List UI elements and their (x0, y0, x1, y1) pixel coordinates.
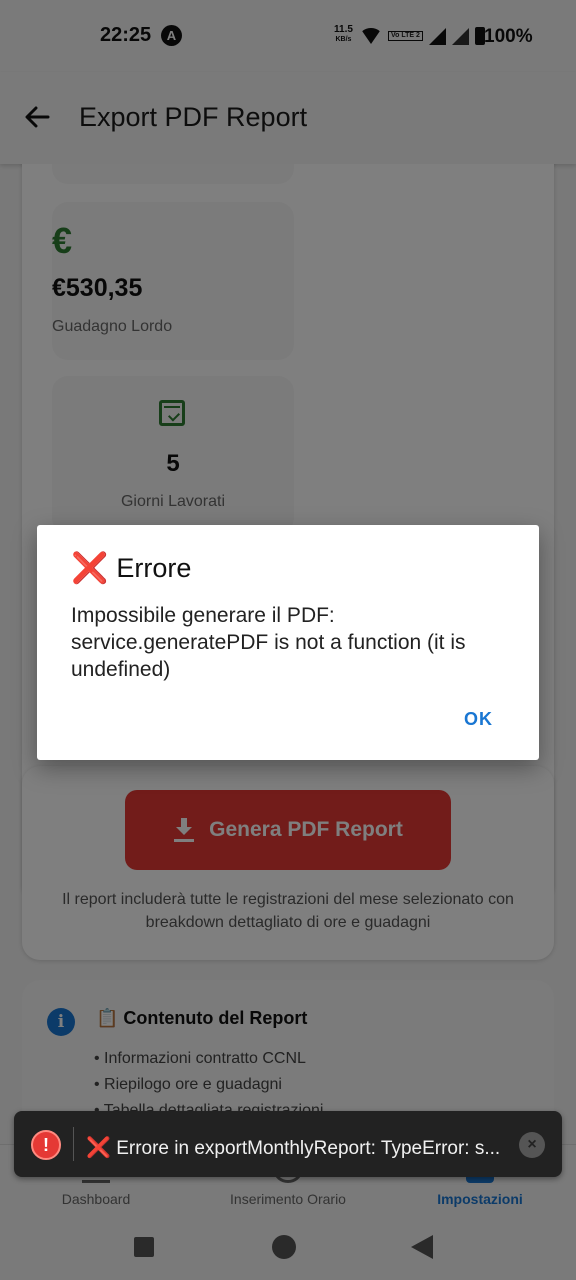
dialog-ok-button[interactable]: OK (464, 709, 493, 730)
error-toast: ! ❌ Errore in exportMonthlyReport: TypeE… (14, 1111, 562, 1177)
toast-divider (73, 1127, 74, 1161)
toast-close-icon[interactable]: × (519, 1132, 545, 1158)
toast-message-text: Errore in exportMonthlyReport: TypeError… (116, 1138, 501, 1159)
alert-icon: ! (31, 1130, 61, 1160)
error-dialog: ❌ Errore Impossibile generare il PDF: se… (37, 525, 539, 760)
toast-message: ❌ Errore in exportMonthlyReport: TypeErr… (86, 1133, 516, 1163)
dialog-message: Impossibile generare il PDF: service.gen… (71, 604, 466, 681)
toast-x-icon: ❌ (86, 1137, 111, 1159)
dialog-title: ❌ Errore (71, 553, 191, 584)
dialog-title-text: Errore (116, 553, 192, 583)
error-x-icon: ❌ (71, 551, 109, 585)
